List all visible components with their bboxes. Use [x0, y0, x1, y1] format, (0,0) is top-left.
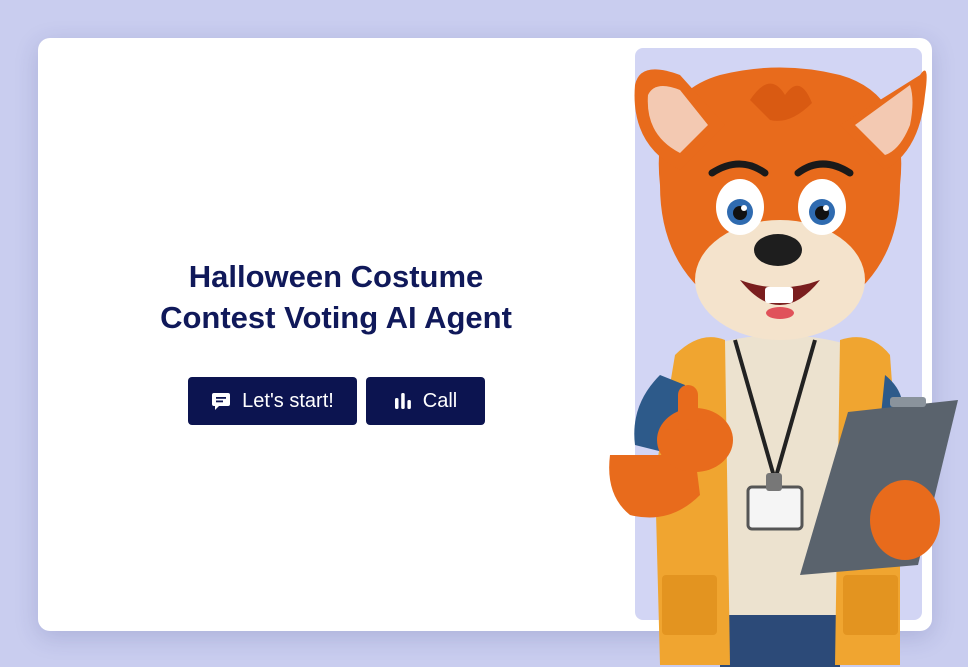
lets-start-button[interactable]: Let's start!: [188, 377, 357, 425]
call-button[interactable]: Call: [366, 377, 485, 425]
call-label: Call: [422, 389, 458, 412]
chat-icon: [211, 391, 231, 411]
page-title: Halloween Costume Contest Voting AI Agen…: [136, 256, 536, 338]
fox-mascot-illustration: [609, 67, 958, 667]
title-line-1: Halloween Costume: [188, 259, 484, 294]
audio-bars-icon: [394, 392, 412, 410]
title-line-2: Contest Voting AI Agent: [160, 300, 512, 335]
lets-start-label: Let's start!: [242, 389, 334, 412]
